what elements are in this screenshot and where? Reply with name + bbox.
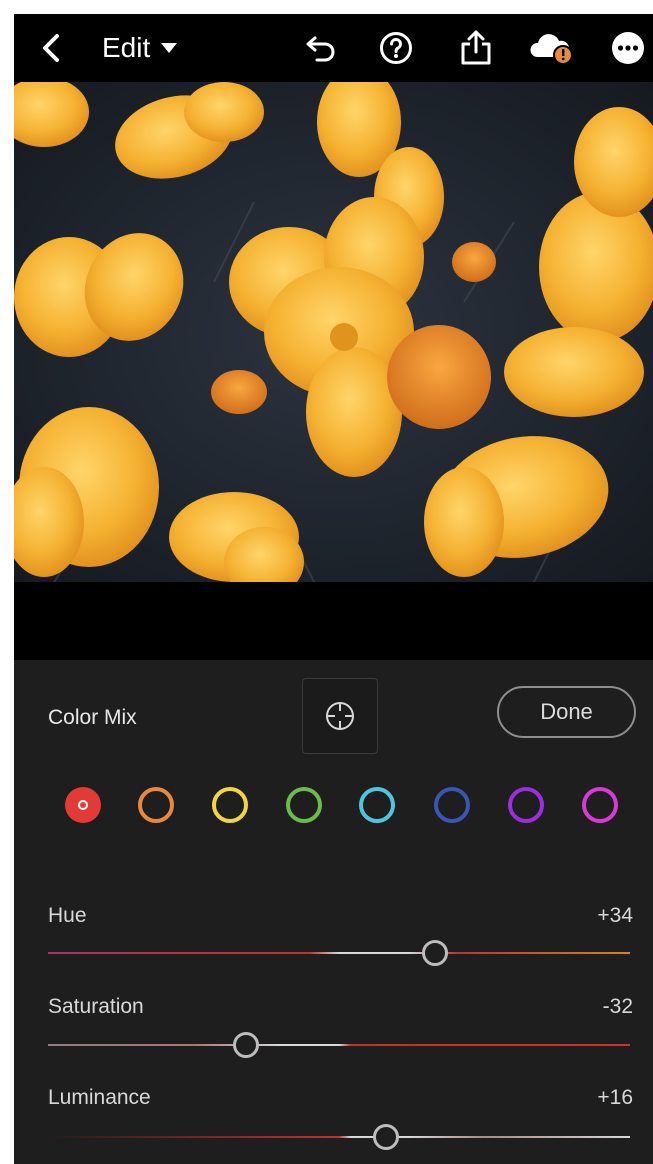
lightroom-app: Edit Color Mix Done Hue +34 Saturation -… <box>14 14 653 1164</box>
swatch-orange[interactable] <box>138 787 174 823</box>
luminance-label: Luminance <box>48 1086 151 1109</box>
photo-letterbox <box>14 582 653 660</box>
targeted-adjustment-button[interactable] <box>302 678 378 754</box>
back-chevron-icon[interactable] <box>36 14 66 82</box>
saturation-label: Saturation <box>48 995 144 1018</box>
swatch-aqua[interactable] <box>359 787 395 823</box>
photo-preview[interactable] <box>14 82 653 582</box>
swatch-green[interactable] <box>286 787 322 823</box>
dropdown-caret-icon <box>161 43 178 53</box>
luminance-slider-track[interactable] <box>48 1136 630 1138</box>
panel-title: Color Mix <box>48 706 137 729</box>
edit-menu-button[interactable]: Edit <box>102 14 192 82</box>
saturation-slider-track[interactable] <box>48 1044 630 1046</box>
saturation-value: -32 <box>602 995 633 1018</box>
swatch-red[interactable] <box>65 787 101 823</box>
crocus-flowers-image <box>14 82 653 582</box>
undo-icon[interactable] <box>302 14 342 82</box>
share-icon[interactable] <box>456 14 496 82</box>
more-icon[interactable] <box>610 14 646 82</box>
swatch-blue[interactable] <box>434 787 470 823</box>
cloud-warning-icon[interactable] <box>528 14 576 82</box>
swatch-purple[interactable] <box>508 787 544 823</box>
done-button[interactable]: Done <box>497 686 636 738</box>
luminance-value: +16 <box>597 1086 633 1109</box>
hue-slider-thumb[interactable] <box>422 940 449 966</box>
swatch-magenta[interactable] <box>582 787 618 823</box>
edit-label: Edit <box>102 32 151 63</box>
luminance-slider-thumb[interactable] <box>372 1124 399 1150</box>
top-bar: Edit <box>14 14 653 82</box>
swatch-yellow[interactable] <box>212 787 248 823</box>
target-crosshair-icon <box>326 702 354 730</box>
color-mix-panel: Color Mix Done Hue +34 Saturation -32 Lu… <box>14 660 653 1164</box>
hue-label: Hue <box>48 904 87 927</box>
help-icon[interactable] <box>376 14 416 82</box>
saturation-slider-thumb[interactable] <box>232 1032 259 1058</box>
hue-value: +34 <box>597 904 633 927</box>
hue-slider-track[interactable] <box>48 952 630 954</box>
